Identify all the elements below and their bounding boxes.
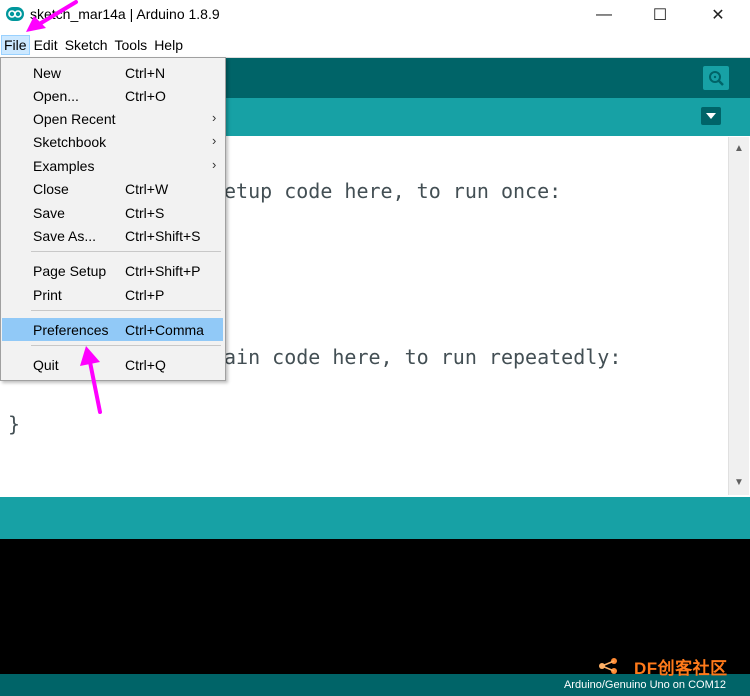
annotation-arrow-preferences [80,346,102,414]
menu-item-examples[interactable]: Examples › [2,154,223,177]
menu-item-open-recent[interactable]: Open Recent › [2,107,223,130]
title-bar: sketch_mar14a | Arduino 1.8.9 — ☐ ✕ [0,0,750,32]
menu-item-save-as[interactable]: Save As... Ctrl+Shift+S [2,224,223,247]
scroll-up-icon[interactable]: ▲ [733,143,745,155]
code-line: etup code here, to run once: [224,179,562,203]
maximize-icon: ☐ [652,7,668,24]
magnifier-icon [709,71,724,86]
annotation-arrow-file [26,0,78,32]
menu-edit[interactable]: Edit [31,35,61,55]
menu-item-sketchbook[interactable]: Sketchbook › [2,130,223,153]
code-line: } [8,412,21,436]
menu-file[interactable]: File [1,35,30,55]
maximize-button[interactable]: ☐ [640,4,680,26]
close-button[interactable]: ✕ [698,4,738,26]
file-menu-dropdown: New Ctrl+N Open... Ctrl+O Open Recent › … [0,57,226,381]
watermark-logo-icon [599,658,617,674]
menu-item-open[interactable]: Open... Ctrl+O [2,84,223,107]
chevron-down-icon [706,113,716,119]
minimize-icon: — [596,6,612,23]
tab-menu-button[interactable] [701,107,721,125]
menu-separator [31,251,221,252]
chevron-right-icon: › [212,110,217,125]
menu-item-close[interactable]: Close Ctrl+W [2,177,223,200]
scroll-down-icon[interactable]: ▼ [733,477,745,489]
menu-item-preferences[interactable]: Preferences Ctrl+Comma [2,318,223,341]
chevron-right-icon: › [212,157,217,172]
watermark-text: DF创客社区 [634,659,728,678]
chevron-right-icon: › [212,133,217,148]
menu-separator [31,310,221,311]
board-info: Arduino/Genuino Uno on COM12 [563,679,726,691]
close-icon: ✕ [711,7,725,24]
menu-help[interactable]: Help [151,35,186,55]
menu-item-page-setup[interactable]: Page Setup Ctrl+Shift+P [2,259,223,282]
status-band [0,497,750,539]
menu-item-print[interactable]: Print Ctrl+P [2,283,223,306]
code-line: ain code here, to run repeatedly: [224,345,622,369]
editor-scrollbar[interactable]: ▲ ▼ [728,137,749,495]
menu-sketch[interactable]: Sketch [62,35,111,55]
menu-item-new[interactable]: New Ctrl+N [2,61,223,84]
menu-tools[interactable]: Tools [112,35,151,55]
menu-separator [31,345,221,346]
menu-bar: File Edit Sketch Tools Help [0,33,750,58]
serial-monitor-button[interactable] [703,66,729,90]
minimize-button[interactable]: — [584,4,624,26]
menu-item-save[interactable]: Save Ctrl+S [2,201,223,224]
